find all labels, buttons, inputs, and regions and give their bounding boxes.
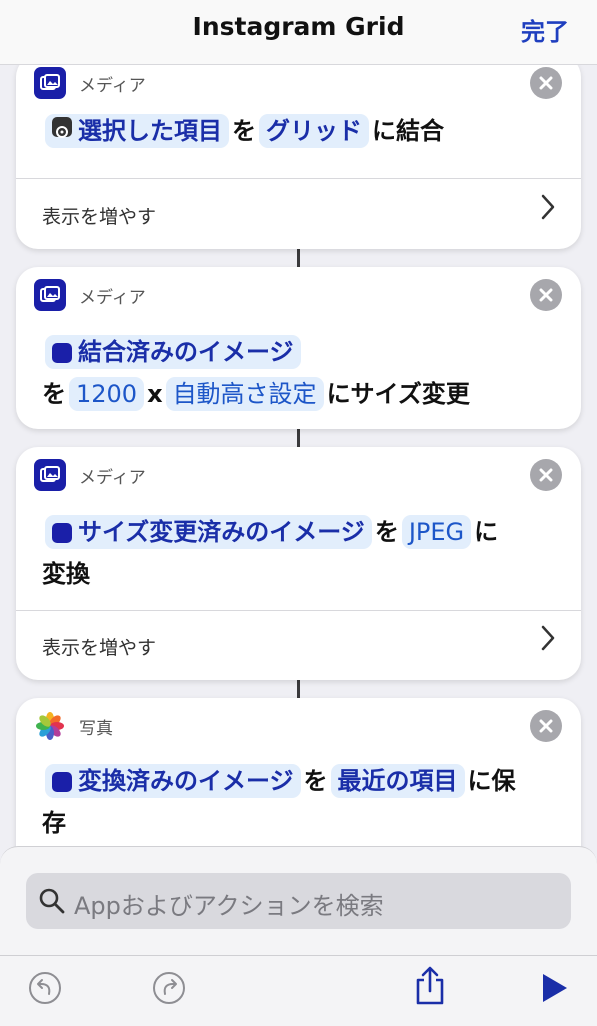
input-token[interactable]: 結合済みのイメージ <box>45 335 301 369</box>
search-placeholder: Appおよびアクションを検索 <box>74 892 384 920</box>
remove-action-button[interactable] <box>530 710 562 742</box>
input-token[interactable]: サイズ変更済みのイメージ <box>45 515 372 549</box>
action-card-combine-grid[interactable]: メディア 選択した項目をグリッド に結合 表示を増やす <box>16 65 581 249</box>
divider <box>16 610 581 611</box>
action-header: メディア <box>34 459 146 491</box>
action-summary: 選択した項目をグリッド に結合 <box>42 110 551 152</box>
format-token[interactable]: JPEG <box>401 515 472 549</box>
connector-line <box>297 249 300 267</box>
input-token[interactable]: 変換済みのイメージ <box>45 764 301 798</box>
undo-icon[interactable] <box>27 970 63 1010</box>
action-category: メディア <box>79 75 146 96</box>
photos-app-icon <box>34 710 66 742</box>
nav-bar: Instagram Grid 完了 <box>0 0 597 65</box>
action-summary: サイズ変更済みのイメージを JPEG に 変換 <box>42 511 551 595</box>
width-token[interactable]: 1200 <box>69 377 145 411</box>
gear-icon <box>52 117 72 138</box>
shortcut-title[interactable]: Instagram Grid <box>0 12 597 41</box>
show-more-label[interactable]: 表示を増やす <box>42 202 156 229</box>
album-token[interactable]: 最近の項目 <box>330 764 465 798</box>
action-search-sheet: Appおよびアクションを検索 <box>0 846 597 1026</box>
remove-action-button[interactable] <box>530 279 562 311</box>
chevron-right-icon[interactable] <box>541 194 555 224</box>
action-card-convert[interactable]: メディア サイズ変更済みのイメージを JPEG に 変換 表示を増やす <box>16 447 581 680</box>
action-summary: 結合済みのイメージ を 1200 x 自動高さ設定 にサイズ変更 <box>42 331 551 415</box>
share-icon[interactable] <box>413 966 447 1010</box>
height-token[interactable]: 自動高さ設定 <box>165 377 324 411</box>
chevron-right-icon[interactable] <box>541 625 555 655</box>
done-button[interactable]: 完了 <box>521 12 569 47</box>
action-card-save-photo[interactable]: 写真 変換済みのイメージを最近の項目 に保 存 <box>16 698 581 855</box>
action-header: 写真 <box>34 710 113 742</box>
connector-line <box>297 429 300 447</box>
media-app-icon <box>34 67 66 99</box>
media-app-icon <box>34 459 66 491</box>
editor-toolbar <box>0 955 597 1026</box>
action-header: メディア <box>34 279 146 311</box>
show-more-label[interactable]: 表示を増やす <box>42 633 156 660</box>
close-icon <box>539 288 553 302</box>
action-card-resize[interactable]: メディア 結合済みのイメージ を 1200 x 自動高さ設定 にサイズ変更 <box>16 267 581 429</box>
action-header: メディア <box>34 67 146 99</box>
action-list[interactable]: メディア 選択した項目をグリッド に結合 表示を増やす メディア 結合済みのイメー… <box>0 65 597 855</box>
action-category: 写真 <box>79 718 113 739</box>
close-icon <box>539 468 553 482</box>
image-icon <box>52 523 72 543</box>
input-token[interactable]: 選択した項目 <box>45 114 229 148</box>
search-icon <box>38 887 66 919</box>
search-field[interactable]: Appおよびアクションを検索 <box>26 873 571 929</box>
mode-token[interactable]: グリッド <box>259 114 369 148</box>
action-category: メディア <box>79 467 146 488</box>
connector-line <box>297 680 300 698</box>
image-icon <box>52 772 72 792</box>
action-summary: 変換済みのイメージを最近の項目 に保 存 <box>42 760 551 844</box>
action-category: メディア <box>79 287 146 308</box>
divider <box>16 178 581 179</box>
redo-icon[interactable] <box>151 970 187 1010</box>
remove-action-button[interactable] <box>530 67 562 99</box>
close-icon <box>539 76 553 90</box>
remove-action-button[interactable] <box>530 459 562 491</box>
run-play-icon[interactable] <box>540 972 570 1008</box>
close-icon <box>539 719 553 733</box>
image-icon <box>52 343 72 363</box>
media-app-icon <box>34 279 66 311</box>
